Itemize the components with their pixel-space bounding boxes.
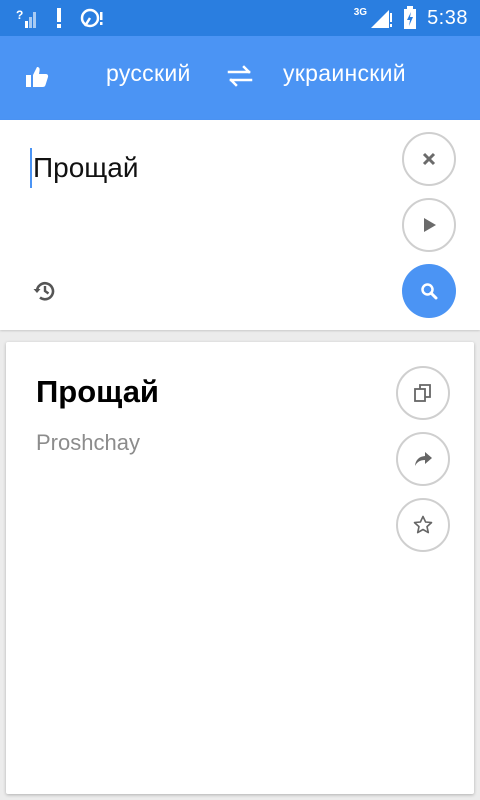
copy-button[interactable] (396, 366, 450, 420)
status-clock: 5:38 (427, 6, 468, 29)
close-icon (422, 152, 436, 166)
signal-unknown-icon: ? (16, 8, 36, 28)
thumbs-up-icon[interactable] (24, 64, 50, 90)
favorite-button[interactable] (396, 498, 450, 552)
share-button[interactable] (396, 432, 450, 486)
search-button[interactable] (402, 264, 456, 318)
clear-button[interactable] (402, 132, 456, 186)
play-icon (424, 218, 436, 232)
battery-charging-icon (404, 6, 417, 29)
target-language-selector[interactable]: украинский (283, 60, 406, 87)
play-button[interactable] (402, 198, 456, 252)
status-left-icons: ? (16, 0, 106, 36)
search-icon (421, 283, 438, 300)
source-language-selector[interactable]: русский (106, 60, 191, 87)
swap-icon[interactable] (226, 62, 254, 90)
usb-debug-icon (80, 8, 103, 28)
cell-signal-icon (371, 10, 393, 28)
input-panel: Прощай (0, 120, 480, 330)
status-right-icons: 3G 5:38 (354, 0, 468, 36)
history-icon[interactable] (32, 278, 58, 304)
copy-icon (414, 384, 431, 402)
alert-icon (57, 8, 61, 28)
result-transliteration: Proshchay (36, 430, 140, 455)
result-card: Прощай Proshchay (6, 342, 474, 794)
share-icon (415, 452, 432, 466)
status-bar: ? 3G 5:38 (0, 0, 480, 36)
source-text-input[interactable]: Прощай (30, 148, 139, 188)
network-type-label: 3G (353, 6, 368, 18)
svg-text:?: ? (16, 8, 23, 22)
star-icon (413, 515, 433, 534)
result-word: Прощай (36, 374, 159, 409)
app-bar: русский украинский (0, 36, 480, 120)
